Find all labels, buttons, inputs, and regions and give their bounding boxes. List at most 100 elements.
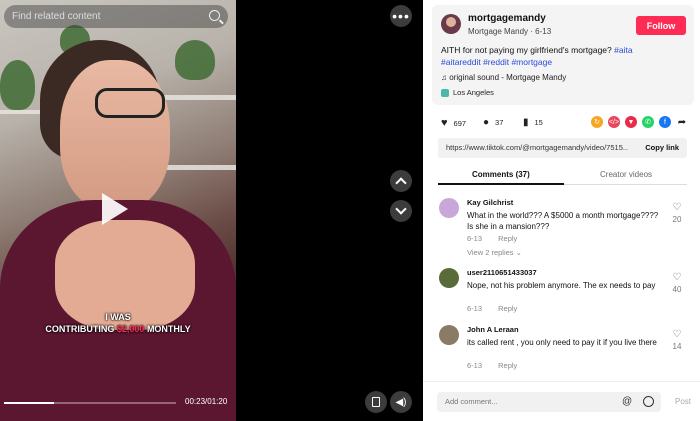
comment-like-button[interactable]: ♡ 20 (665, 202, 689, 225)
video-player-area: Find related content I WAS CONTRIBUTING … (0, 0, 423, 421)
comment-input[interactable]: Add comment... @ (437, 392, 661, 412)
copy-link-button[interactable]: Copy link (645, 143, 679, 152)
volume-icon: ◀) (395, 396, 407, 408)
commenter-avatar[interactable] (439, 325, 459, 345)
app-root: Find related content I WAS CONTRIBUTING … (0, 0, 700, 421)
plant (175, 40, 215, 80)
caption-highlight: $2,000 (116, 324, 145, 334)
comment-text: its called rent , you only need to pay i… (467, 338, 657, 347)
creator-avatar[interactable] (441, 14, 461, 34)
share-arrow-icon[interactable]: ➦ (676, 116, 688, 128)
progress-bar[interactable] (4, 402, 176, 404)
comment-count: 37 (495, 118, 504, 127)
repost-icon[interactable]: ↻ (591, 116, 603, 128)
like-button[interactable]: ♥ 697 (441, 117, 466, 129)
follow-button[interactable]: Follow (636, 16, 686, 35)
creator-display-name: Mortgage Mandy · 6-13 (468, 27, 552, 36)
reply-button[interactable]: Reply (498, 304, 517, 313)
previous-video-button[interactable] (390, 170, 412, 192)
hashtag[interactable]: #reddit (483, 57, 509, 67)
comment-meta: 6-13 Reply (467, 234, 517, 243)
active-tab-indicator (438, 183, 564, 185)
view-replies-label: View 2 replies (467, 248, 514, 257)
commenter-name[interactable]: John A Leraan (467, 325, 519, 334)
progress-fill (4, 402, 54, 404)
reply-button[interactable]: Reply (498, 361, 517, 370)
link-box: https://www.tiktok.com/@mortgagemandy/vi… (438, 138, 687, 158)
description-text: AITH for not paying my girlfriend's mort… (441, 45, 612, 55)
caption-pre: CONTRIBUTING (45, 324, 115, 334)
embed-icon[interactable]: </> (608, 116, 620, 128)
search-input[interactable]: Find related content (4, 5, 228, 28)
like-count: 697 (453, 118, 467, 128)
comment-item: user2110651433037 Nope, not his problem … (439, 268, 689, 316)
plant (0, 60, 35, 110)
bookmark-icon: ▮ (523, 117, 529, 128)
commenter-name[interactable]: Kay Gilchrist (467, 198, 513, 207)
caption-line-2: CONTRIBUTING $2,000 MONTHLY (40, 323, 196, 335)
comment-item: Kay Gilchrist What in the world??? A $50… (439, 198, 689, 258)
sound-name: original sound - Mortgage Mandy (449, 73, 567, 82)
comment-like-count: 14 (672, 342, 682, 351)
comment-like-button[interactable]: ♡ 40 (665, 272, 689, 295)
volume-button[interactable]: ◀) (390, 391, 412, 413)
comment-icon: ● (483, 117, 490, 128)
sound-link[interactable]: ♫ original sound - Mortgage Mandy (441, 73, 566, 82)
video-frame[interactable]: Find related content I WAS CONTRIBUTING … (0, 0, 236, 421)
chevron-up-icon (395, 177, 407, 189)
comment-composer: Add comment... @ Post (423, 381, 700, 421)
comment-date: 6-13 (467, 304, 483, 313)
whatsapp-icon[interactable]: ✆ (642, 116, 654, 128)
comment-like-count: 40 (672, 285, 682, 294)
search-icon[interactable] (209, 10, 220, 21)
post-button[interactable]: Post (675, 397, 691, 406)
post-description: AITH for not paying my girlfriend's mort… (441, 44, 681, 68)
shelf (0, 110, 40, 114)
chevron-down-icon: ⌄ (515, 248, 522, 257)
heart-outline-icon: ♡ (672, 329, 682, 340)
miniplayer-button[interactable] (365, 391, 387, 413)
comment-placeholder: Add comment... (445, 397, 498, 406)
comment-like-button[interactable]: ♡ 14 (665, 329, 689, 352)
hashtag[interactable]: #aita (614, 45, 632, 55)
view-replies-button[interactable]: View 2 replies ⌄ (467, 248, 522, 257)
send-icon[interactable]: ▼ (625, 116, 637, 128)
hashtag[interactable]: #aitareddit (441, 57, 481, 67)
emoji-icon[interactable] (643, 396, 654, 407)
next-video-button[interactable] (390, 200, 412, 222)
chevron-down-icon (395, 203, 407, 215)
commenter-avatar[interactable] (439, 268, 459, 288)
search-placeholder: Find related content (12, 11, 101, 22)
comment-meta: 6-13 Reply (467, 361, 517, 370)
more-options-button[interactable]: ••• (390, 5, 412, 27)
mention-icon[interactable]: @ (622, 396, 632, 407)
location-icon (441, 88, 449, 97)
caption-line-1: I WAS (105, 312, 131, 322)
tab-comments[interactable]: Comments (37) (472, 170, 530, 179)
video-url[interactable]: https://www.tiktok.com/@mortgagemandy/vi… (446, 143, 628, 152)
save-button[interactable]: ▮ 15 (523, 117, 543, 128)
video-caption: I WAS CONTRIBUTING $2,000 MONTHLY (40, 311, 196, 335)
comment-like-count: 20 (672, 215, 682, 224)
heart-outline-icon: ♡ (672, 202, 682, 213)
comment-item: John A Leraan its called rent , you only… (439, 325, 689, 373)
location-name: Los Angeles (453, 88, 494, 97)
facebook-icon[interactable]: f (659, 116, 671, 128)
panel-tabs: Comments (37) Creator videos (438, 167, 687, 185)
creator-username[interactable]: mortgagemandy (468, 13, 546, 24)
glasses (95, 88, 165, 118)
comment-button[interactable]: ● 37 (483, 117, 503, 128)
reply-button[interactable]: Reply (498, 234, 517, 243)
hashtag[interactable]: #mortgage (511, 57, 552, 67)
music-note-icon: ♫ (441, 73, 447, 82)
play-icon[interactable] (102, 193, 128, 225)
location-tag[interactable]: Los Angeles (441, 88, 494, 97)
comment-text: What in the world??? A $5000 a month mor… (467, 211, 659, 231)
video-time: 00:23/01:20 (185, 397, 228, 406)
tab-creator-videos[interactable]: Creator videos (600, 170, 652, 179)
comment-meta: 6-13 Reply (467, 304, 517, 313)
commenter-avatar[interactable] (439, 198, 459, 218)
heart-outline-icon: ♡ (672, 272, 682, 283)
commenter-name[interactable]: user2110651433037 (467, 268, 537, 277)
comment-text: Nope, not his problem anymore. The ex ne… (467, 281, 656, 290)
